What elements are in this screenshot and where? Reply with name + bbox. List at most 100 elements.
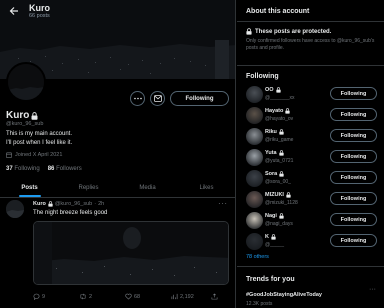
- followers-stat[interactable]: 86 Followers: [48, 166, 82, 172]
- lock-icon: [246, 28, 252, 35]
- lock-icon: [285, 108, 290, 114]
- following-item[interactable]: K @_____ Following: [246, 233, 380, 251]
- following-name[interactable]: Hayato: [265, 108, 283, 114]
- following-avatar[interactable]: [246, 170, 263, 187]
- message-button[interactable]: [150, 91, 165, 106]
- profile-bio-line-1: This is my main account.: [6, 131, 73, 137]
- trend-post-count: 12.3K posts: [246, 301, 273, 307]
- following-name[interactable]: K: [265, 234, 269, 240]
- following-button[interactable]: Following: [170, 91, 229, 106]
- profile-bio-line-2: I'll post when I feel like it.: [6, 140, 73, 146]
- profile-tabs: Posts Replies Media Likes: [0, 178, 235, 198]
- post-author-name[interactable]: Kuro: [33, 201, 46, 207]
- following-item[interactable]: MIZUKI @mizuki_1128 Following: [246, 191, 380, 209]
- more-horizontal-icon: [133, 97, 142, 100]
- following-name[interactable]: OO: [265, 87, 274, 93]
- following-item[interactable]: Riku @riku_game Following: [246, 128, 380, 146]
- lock-icon: [279, 129, 284, 135]
- following-toggle-button[interactable]: Following: [330, 87, 377, 100]
- tab-media[interactable]: Media: [118, 178, 177, 197]
- following-avatar[interactable]: [246, 128, 263, 145]
- following-name-row: Nagi: [265, 213, 284, 219]
- like-button[interactable]: 68: [125, 293, 171, 300]
- lock-icon: [279, 171, 284, 177]
- profile-avatar[interactable]: [6, 62, 46, 102]
- following-toggle-button[interactable]: Following: [330, 192, 377, 205]
- following-toggle-button[interactable]: Following: [330, 150, 377, 163]
- more-options-button[interactable]: [130, 91, 145, 106]
- following-name[interactable]: Yuta: [265, 150, 277, 156]
- sidebar: About this account These posts are prote…: [237, 0, 384, 308]
- following-toggle-button[interactable]: Following: [330, 129, 377, 142]
- protected-title: These posts are protected.: [246, 28, 331, 35]
- following-stat[interactable]: 37 Following: [6, 166, 40, 172]
- lock-icon: [31, 111, 38, 120]
- envelope-icon: [153, 95, 162, 102]
- following-item[interactable]: Yuta @yuta_0721 Following: [246, 149, 380, 167]
- following-title: Following: [246, 73, 279, 80]
- following-name[interactable]: Riku: [265, 129, 277, 135]
- lock-icon: [286, 192, 291, 198]
- post-time[interactable]: 2h: [98, 201, 104, 207]
- profile-header: Kuro 66 posts: [0, 0, 235, 22]
- reply-icon: [33, 293, 40, 300]
- following-handle: @_______xx: [265, 95, 295, 101]
- following-item[interactable]: OO @_______xx Following: [246, 86, 380, 104]
- following-avatar[interactable]: [246, 191, 263, 208]
- profile-handle: @kuro_96_sub: [6, 121, 44, 127]
- tab-posts[interactable]: Posts: [0, 178, 59, 197]
- repost-button[interactable]: 2: [79, 293, 125, 300]
- heart-icon: [125, 293, 132, 300]
- following-handle: @hayato_ov: [265, 116, 294, 122]
- following-handle: @sora_00_: [265, 179, 291, 185]
- header-name: Kuro: [29, 2, 50, 13]
- post-actions: 9 2 68 2,192: [33, 293, 233, 300]
- following-avatar[interactable]: [246, 233, 263, 250]
- following-avatar[interactable]: [246, 149, 263, 166]
- following-name[interactable]: MIZUKI: [265, 192, 284, 198]
- post-avatar[interactable]: [6, 200, 24, 218]
- back-button[interactable]: [5, 2, 23, 20]
- others-link[interactable]: 78 others: [246, 254, 269, 260]
- following-item[interactable]: Nagi @nagi_days Following: [246, 212, 380, 230]
- calendar-icon: [6, 152, 12, 158]
- tab-likes[interactable]: Likes: [177, 178, 235, 197]
- post-author-handle: @kuro_96_sub: [54, 201, 93, 207]
- share-button[interactable]: [211, 293, 221, 300]
- following-handle: @_____: [265, 242, 284, 248]
- profile-name-row: Kuro: [6, 110, 38, 121]
- following-toggle-button[interactable]: Following: [330, 171, 377, 184]
- following-name-row: MIZUKI: [265, 192, 291, 198]
- following-toggle-button[interactable]: Following: [330, 213, 377, 226]
- post-header: Kuro @kuro_96_sub · 2h: [33, 201, 105, 207]
- following-name-row: OO: [265, 87, 281, 93]
- following-name-row: Sora: [265, 171, 284, 177]
- views-button[interactable]: 2,192: [171, 293, 211, 300]
- profile-name: Kuro: [6, 110, 30, 121]
- following-handle: @yuta_0721: [265, 158, 294, 164]
- following-item[interactable]: Hayato @hayato_ov Following: [246, 107, 380, 125]
- reply-button[interactable]: 9: [33, 293, 79, 300]
- trend-more-button[interactable]: ···: [369, 286, 376, 293]
- lock-icon: [278, 150, 284, 156]
- lock-icon: [279, 213, 284, 219]
- post-more-button[interactable]: ···: [218, 199, 228, 208]
- following-handle: @mizuki_1128: [265, 200, 298, 206]
- tab-replies[interactable]: Replies: [59, 178, 118, 197]
- following-toggle-button[interactable]: Following: [330, 234, 377, 247]
- following-avatar[interactable]: [246, 86, 263, 103]
- trend-hashtag[interactable]: #GoodJobStayingAliveToday: [246, 292, 322, 298]
- following-avatar[interactable]: [246, 212, 263, 229]
- following-avatar[interactable]: [246, 107, 263, 124]
- post-text: The night breeze feels good: [33, 210, 108, 216]
- divider: [237, 21, 384, 22]
- following-name[interactable]: Sora: [265, 171, 277, 177]
- lock-icon: [48, 201, 53, 207]
- lock-icon: [275, 87, 281, 93]
- following-toggle-button[interactable]: Following: [330, 108, 377, 121]
- following-name[interactable]: Nagi: [265, 213, 277, 219]
- post-media-image[interactable]: [33, 221, 229, 285]
- following-item[interactable]: Sora @sora_00_ Following: [246, 170, 380, 188]
- divider: [237, 266, 384, 267]
- profile-column: Kuro 66 posts Following Kuro @kuro_96_su…: [0, 0, 236, 308]
